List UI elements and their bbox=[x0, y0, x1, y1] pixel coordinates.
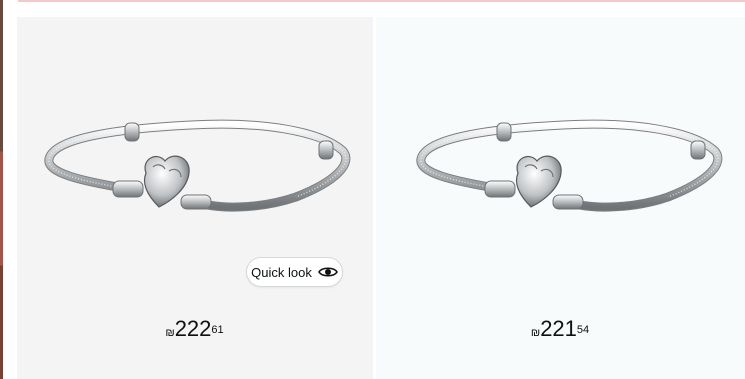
product-price: ₪22154 bbox=[376, 317, 745, 341]
eye-icon bbox=[317, 267, 338, 277]
window-edge bbox=[0, 0, 3, 379]
price-currency: ₪ bbox=[530, 327, 541, 339]
product-card[interactable]: ₪22154 bbox=[376, 17, 745, 379]
price-fraction: 61 bbox=[211, 324, 224, 336]
quick-look-button[interactable]: Quick look bbox=[246, 257, 343, 287]
quick-look-label: Quick look bbox=[251, 264, 312, 280]
price-fraction: 54 bbox=[576, 324, 590, 336]
product-image[interactable] bbox=[41, 111, 351, 241]
product-price: ₪22261 bbox=[17, 317, 373, 341]
product-image[interactable] bbox=[413, 111, 723, 241]
top-divider bbox=[18, 0, 745, 2]
price-whole: 221 bbox=[540, 316, 577, 341]
price-whole: 222 bbox=[174, 316, 212, 341]
price-currency: ₪ bbox=[165, 327, 175, 339]
product-card[interactable]: Quick look ₪22261 bbox=[17, 17, 373, 379]
